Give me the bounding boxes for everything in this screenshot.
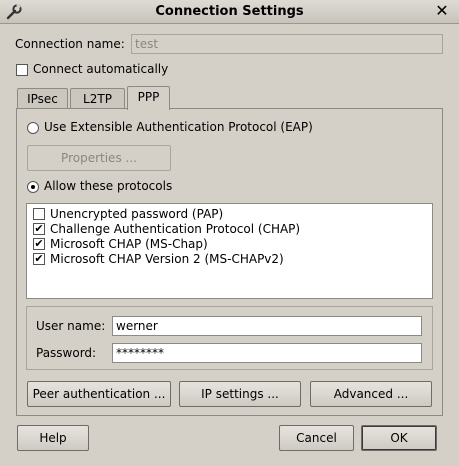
list-item-label: Microsoft CHAP (MS-Chap)	[50, 237, 208, 251]
chap-checkbox[interactable]: ✔	[33, 223, 45, 235]
connection-name-label: Connection name:	[15, 37, 125, 51]
window-title: Connection Settings	[155, 4, 304, 19]
list-item[interactable]: ✔ Microsoft CHAP Version 2 (MS-CHAPv2)	[27, 252, 432, 267]
list-item[interactable]: ✔ Challenge Authentication Protocol (CHA…	[27, 222, 432, 237]
password-input[interactable]: ********	[112, 343, 422, 363]
tab-l2tp[interactable]: L2TP	[70, 88, 125, 110]
connect-automatically-label[interactable]: Connect automatically	[33, 62, 168, 76]
ip-settings-button[interactable]: IP settings ...	[179, 381, 301, 407]
peer-authentication-button[interactable]: Peer authentication ...	[27, 381, 171, 407]
eap-label[interactable]: Use Extensible Authentication Protocol (…	[44, 120, 313, 134]
properties-button[interactable]: Properties ...	[27, 145, 171, 171]
connection-name-field[interactable]: test	[131, 34, 443, 54]
allow-protocols-radio[interactable]	[27, 181, 39, 193]
close-icon[interactable]: ✕	[433, 2, 451, 20]
password-label: Password:	[36, 346, 97, 360]
tab-ipsec[interactable]: IPsec	[17, 88, 68, 110]
username-label: User name:	[36, 319, 106, 333]
tab-ppp[interactable]: PPP	[127, 86, 170, 110]
list-item[interactable]: Unencrypted password (PAP)	[27, 207, 432, 222]
cancel-button[interactable]: Cancel	[279, 425, 354, 451]
allow-protocols-label[interactable]: Allow these protocols	[44, 179, 172, 193]
protocols-list[interactable]: Unencrypted password (PAP) ✔ Challenge A…	[26, 203, 433, 299]
list-item-label: Microsoft CHAP Version 2 (MS-CHAPv2)	[50, 252, 284, 266]
title-bar: Connection Settings ✕	[0, 0, 459, 24]
list-item[interactable]: ✔ Microsoft CHAP (MS-Chap)	[27, 237, 432, 252]
list-item-label: Unencrypted password (PAP)	[50, 207, 224, 221]
help-button[interactable]: Help	[17, 425, 89, 451]
list-item-label: Challenge Authentication Protocol (CHAP)	[50, 222, 301, 236]
connect-automatically-checkbox[interactable]	[16, 64, 28, 76]
username-input[interactable]: werner	[112, 316, 422, 336]
mschapv2-checkbox[interactable]: ✔	[33, 253, 45, 265]
advanced-button[interactable]: Advanced ...	[310, 381, 432, 407]
pap-checkbox[interactable]	[33, 208, 45, 220]
ok-button[interactable]: OK	[361, 425, 437, 451]
mschap-checkbox[interactable]: ✔	[33, 238, 45, 250]
eap-radio[interactable]	[27, 122, 39, 134]
